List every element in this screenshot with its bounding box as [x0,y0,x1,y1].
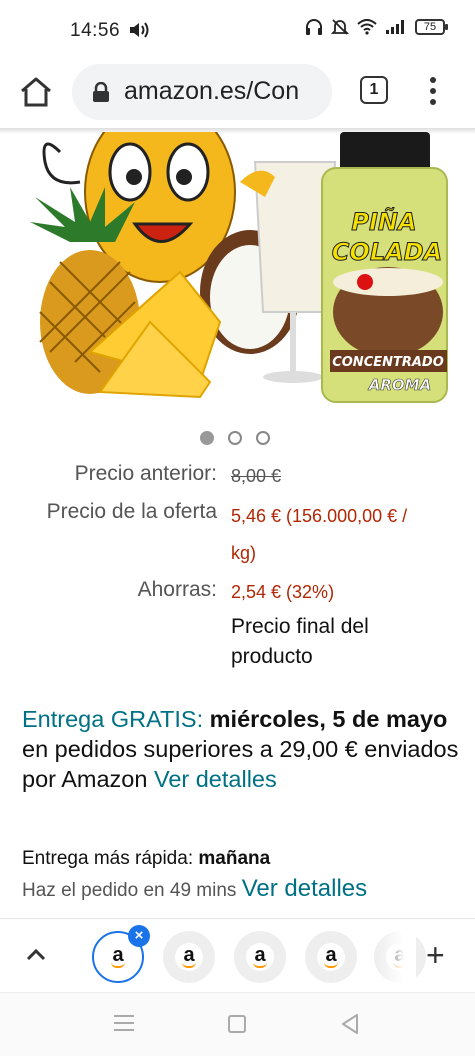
product-jar-icon: PIÑA COLADA CONCENTRADO AROMA [321,132,448,403]
tab-group-tab[interactable]: a [234,931,286,983]
delivery-details-link[interactable]: Ver detalles [154,766,277,792]
carousel-indicator[interactable] [200,431,270,445]
jar-label-line4: AROMA [368,376,431,394]
volume-icon [130,22,149,38]
chevron-up-icon[interactable] [24,945,48,965]
offer-price-value: 5,46 € (156.000,00 € / [231,506,408,526]
tab-group-tab[interactable]: a [305,931,357,983]
jar-label-line2: COLADA [332,238,442,266]
home-icon[interactable] [18,74,54,110]
tabs-icon[interactable]: 1 [360,76,388,104]
final-price-note-2: producto [231,645,313,668]
tab-group-tab[interactable]: a [163,931,215,983]
tab-group-bar: a × a a a a + [0,918,475,992]
previous-price-value: 8,00 € [231,466,282,486]
fastest-details-link[interactable]: Ver detalles [242,875,367,902]
carousel-dot[interactable] [200,431,214,445]
add-tab-icon[interactable]: + [426,939,445,971]
amazon-icon: a [317,943,345,971]
product-image[interactable]: PIÑA COLADA CONCENTRADO AROMA [0,132,475,422]
status-bar: 14:56 75 [0,0,475,60]
delivery-message: Entrega GRATIS: miércoles, 5 de mayo en … [22,704,462,794]
fastest-delivery: Entrega más rápida: mañana [22,848,462,870]
lock-icon [93,82,109,102]
address-bar[interactable]: amazon.es/Con [72,64,332,120]
offer-price-label: Precio de la oferta [46,500,217,523]
savings-label: Ahorras: [137,578,217,601]
final-price-note: Precio final del [231,615,369,638]
signal-icon [386,20,404,34]
jar-label-line1: PIÑA [351,207,416,236]
order-countdown-text: Haz el pedido en 49 mins [22,880,237,901]
offer-price-unit: kg) [231,543,257,563]
amazon-icon: a [104,943,132,971]
delivery-date: miércoles, 5 de mayo [209,706,448,732]
status-time: 14:56 [70,20,121,41]
recent-apps-icon[interactable] [114,1015,134,1033]
tab-strip-fade [376,931,416,983]
carousel-dot[interactable] [228,431,242,445]
fastest-delivery-day: mañana [198,848,271,869]
fastest-delivery-label: Entrega más rápida: [22,848,194,869]
free-delivery-label: Entrega GRATIS: [22,706,204,732]
battery-icon: 75 [415,19,448,35]
browser-toolbar: amazon.es/Con 1 [0,60,475,128]
wifi-icon [357,19,377,35]
system-nav-bar [0,992,475,1056]
tab-group-tab-active[interactable]: a × [92,925,150,983]
url-text[interactable]: amazon.es/Con [124,77,299,106]
home-nav-icon[interactable] [228,1015,246,1033]
previous-price-label: Precio anterior: [74,462,217,485]
carousel-dot[interactable] [256,431,270,445]
order-countdown: Haz el pedido en 49 mins Ver detalles [22,875,472,903]
mute-icon [331,19,349,35]
more-vert-icon[interactable] [424,74,442,108]
amazon-icon: a [246,943,274,971]
headphones-icon [306,19,322,35]
amazon-icon: a [175,943,203,971]
savings-value: 2,54 € (32%) [231,582,335,602]
close-tab-icon[interactable]: × [128,925,150,947]
back-icon[interactable] [340,1013,360,1035]
jar-label-line3: CONCENTRADO [332,355,444,370]
